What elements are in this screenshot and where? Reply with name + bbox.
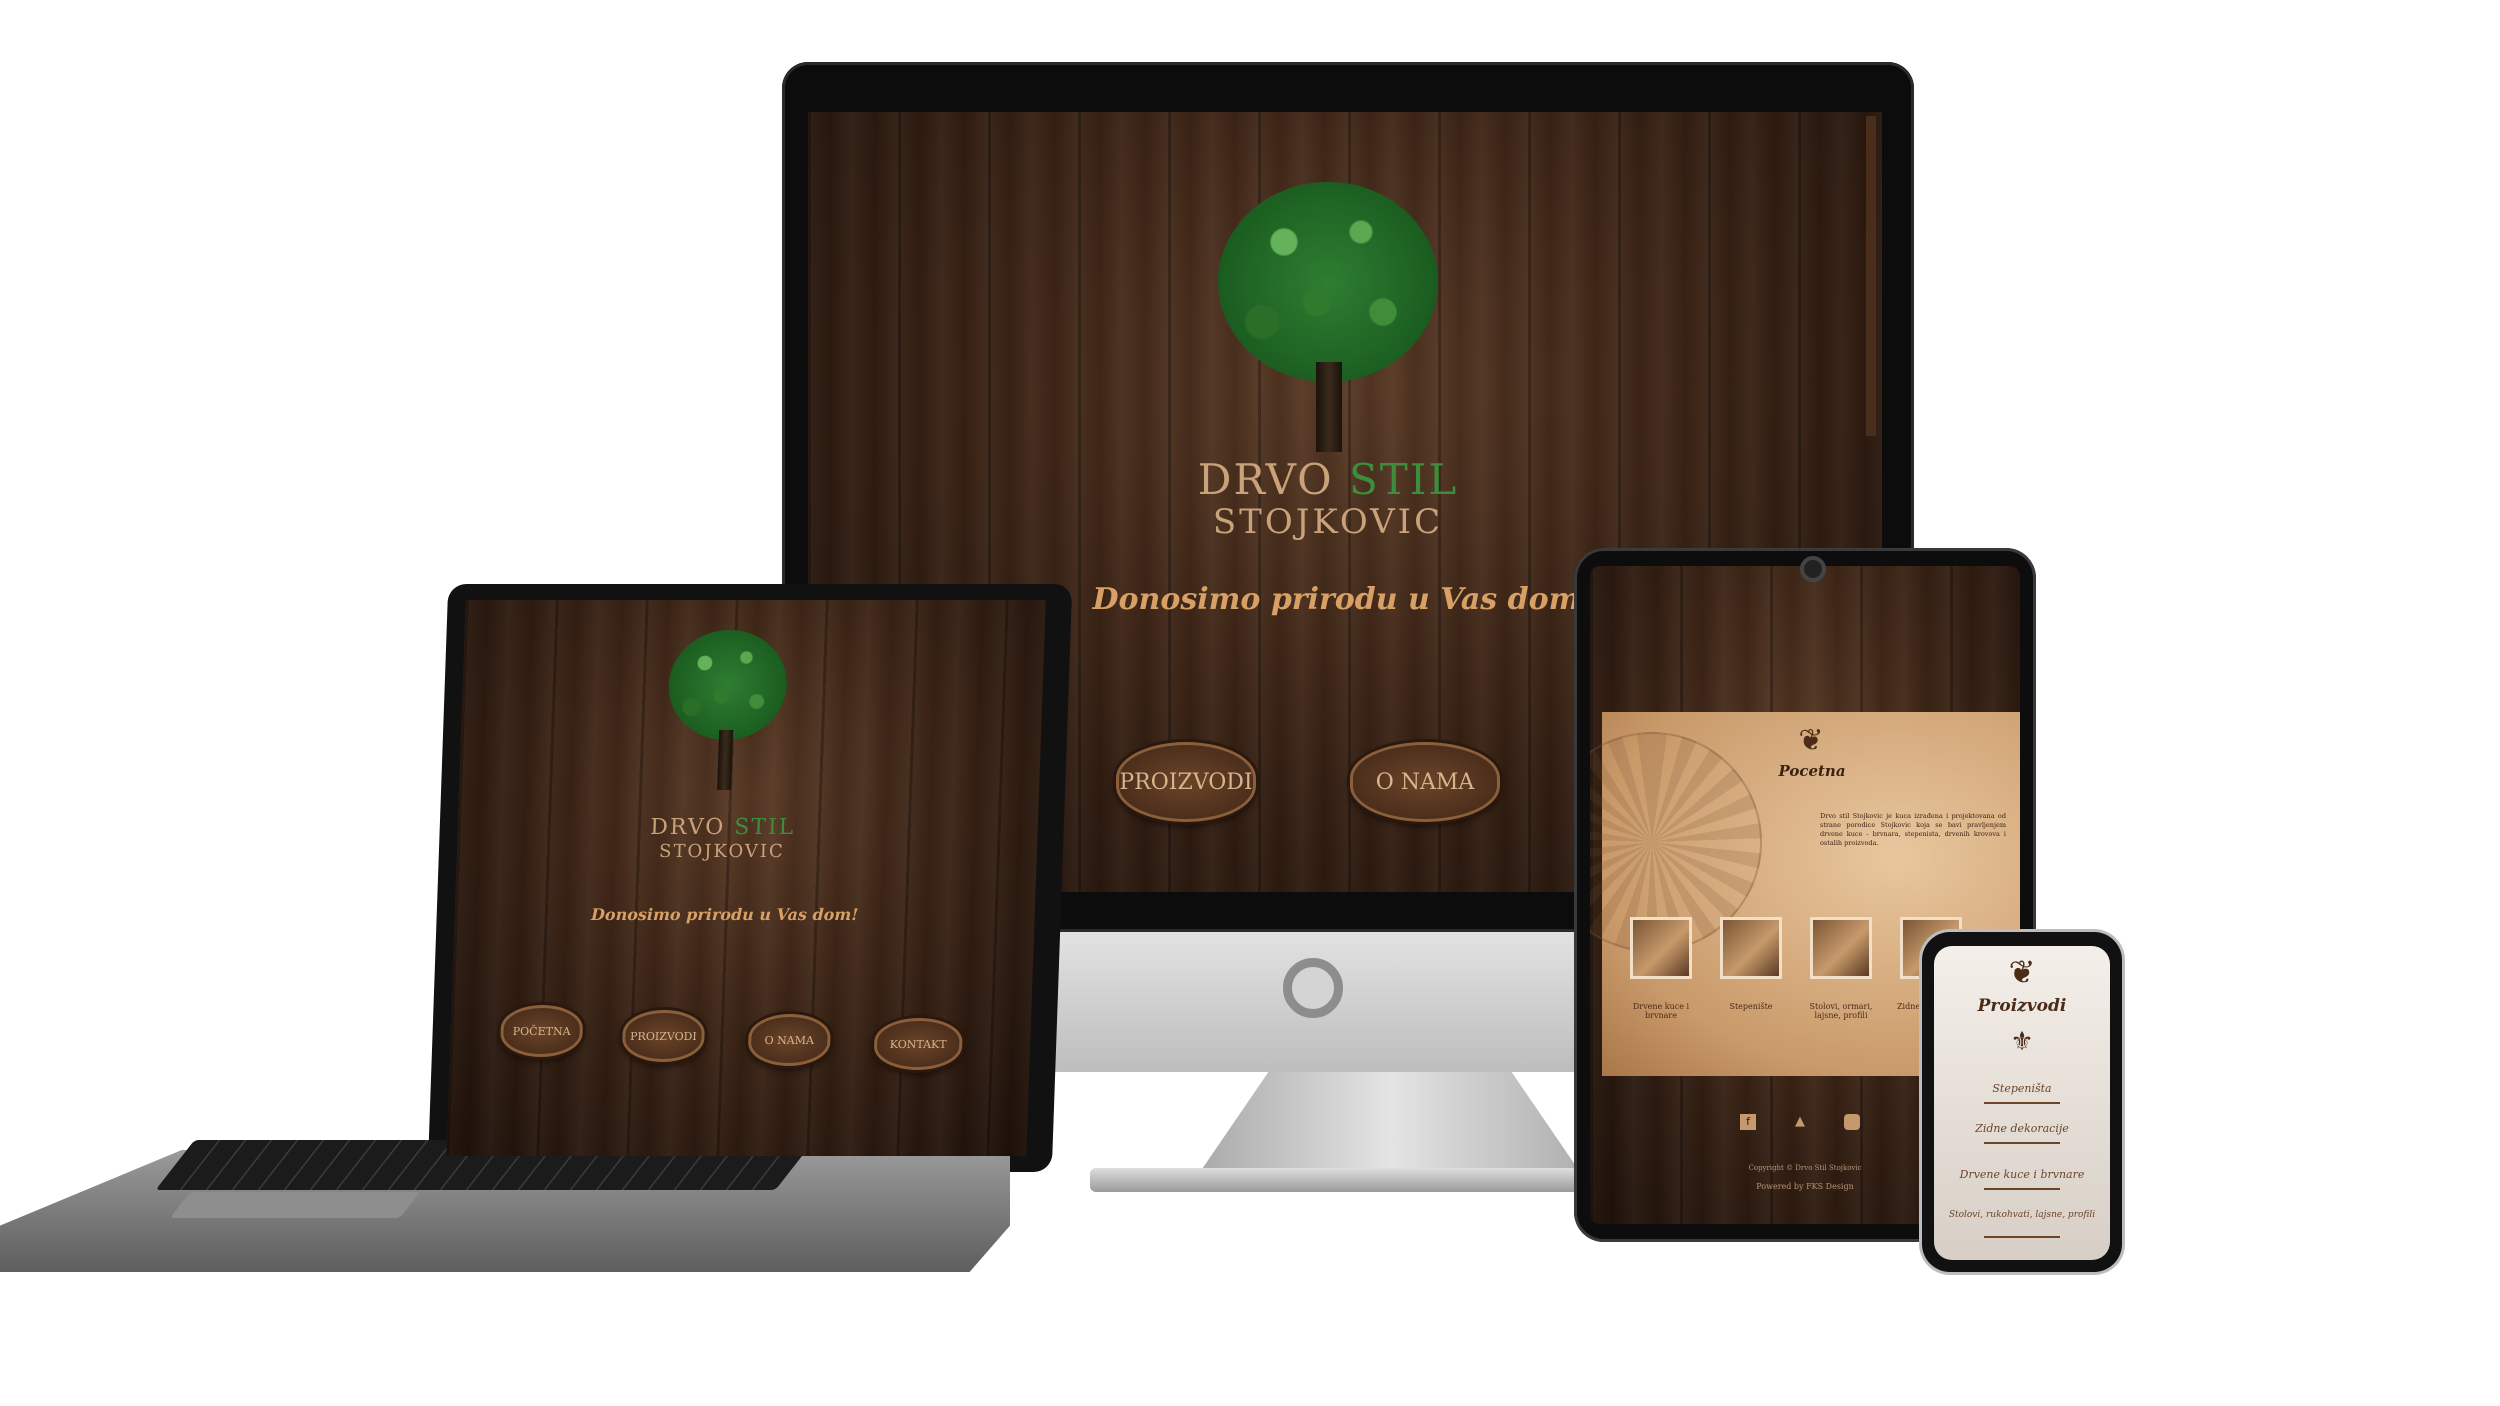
nav-button-pocetna[interactable]: POČETNA <box>499 1005 584 1057</box>
nav-label: PROIZVODI <box>1119 769 1253 795</box>
brand-logo[interactable]: DRVO STIL STOJKOVIC <box>597 815 849 863</box>
tree-logo-icon <box>1208 182 1448 472</box>
nav-button-proizvodi[interactable]: PROIZVODI <box>621 1010 706 1062</box>
brand-name-part1: DRVO <box>1197 455 1334 504</box>
product-label[interactable]: Stolovi, ormari, lajsne, profili <box>1796 1002 1886 1020</box>
menu-item[interactable]: Zidne dekoracije <box>1934 1122 2110 1135</box>
brand-name-part2: STIL <box>1348 455 1459 504</box>
divider <box>1984 1102 2060 1104</box>
brand-name-part2: STIL <box>733 815 796 840</box>
divider <box>1984 1236 2060 1238</box>
intro-text: Drvo stil Stojkovic je kuca izrađena i p… <box>1820 812 2006 847</box>
tree-logo-icon <box>659 630 795 800</box>
phone-screen: ❦ Proizvodi ⚜ Stepeništa Zidne dekoracij… <box>1934 946 2110 1260</box>
instagram-icon[interactable] <box>1844 1114 1860 1130</box>
nav-button-o-nama[interactable]: O NAMA <box>1350 742 1500 822</box>
product-thumb[interactable] <box>1630 917 1692 979</box>
laptop-screen: DRVO STIL STOJKOVIC Donosimo prirodu u V… <box>446 600 1046 1156</box>
tablet-camera-icon <box>1800 556 1826 582</box>
ornament-icon: ⚜ <box>2010 1027 2034 1057</box>
nav-button-kontakt[interactable]: KONTAKT <box>873 1018 964 1070</box>
brand-name-part1: DRVO <box>649 815 726 840</box>
facebook-icon[interactable]: f <box>1740 1114 1756 1130</box>
section-title: Proizvodi <box>1977 996 2067 1016</box>
product-label[interactable]: Stepenište <box>1706 1002 1796 1011</box>
brand-name-line2: STOJKOVIC <box>658 841 786 862</box>
menu-item[interactable]: Stepeništa <box>1934 1082 2110 1095</box>
menu-item[interactable]: Stolovi, rukohvati, lajsne, profili <box>1934 1210 2110 1220</box>
nav-label: O NAMA <box>1375 769 1475 795</box>
ornament-icon: ❦ <box>2008 953 2036 991</box>
divider <box>1984 1142 2060 1144</box>
nav-label: PROIZVODI <box>629 1029 698 1043</box>
brand-logo[interactable]: DRVO STIL STOJKOVIC <box>1138 455 1518 542</box>
laptop-trackpad <box>169 1192 421 1218</box>
product-thumb[interactable] <box>1810 917 1872 979</box>
brand-name-line2: STOJKOVIC <box>1212 502 1444 542</box>
scroll-top-icon[interactable]: ▲ <box>1792 1114 1808 1130</box>
imac-stand <box>1200 1072 1580 1172</box>
nav-label: O NAMA <box>764 1033 815 1047</box>
tagline: Donosimo prirodu u Vas dom! <box>590 905 859 924</box>
scrollbar[interactable] <box>1866 116 1876 436</box>
product-label[interactable]: Drvene kuce i brvnare <box>1616 1002 1706 1020</box>
menu-item[interactable]: Drvene kuce i brvnare <box>1934 1168 2110 1181</box>
nav-label: KONTAKT <box>889 1037 947 1051</box>
divider <box>1984 1188 2060 1190</box>
nav-button-proizvodi[interactable]: PROIZVODI <box>1116 742 1256 822</box>
nav-button-o-nama[interactable]: O NAMA <box>747 1014 832 1066</box>
section-title: Pocetna <box>1778 762 1846 780</box>
imac-stand-base <box>1090 1168 1650 1192</box>
product-thumb[interactable] <box>1720 917 1782 979</box>
apple-logo-icon <box>1283 958 1343 1018</box>
ornament-icon: ❦ <box>1798 723 1824 758</box>
nav-label: POČETNA <box>512 1024 571 1038</box>
